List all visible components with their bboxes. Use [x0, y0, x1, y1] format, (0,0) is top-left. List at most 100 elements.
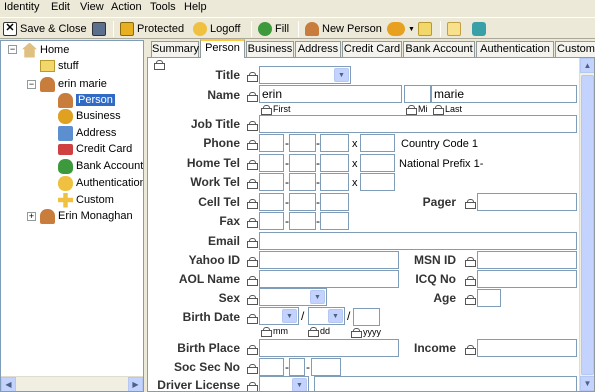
new-folder-button[interactable]: [418, 20, 432, 38]
fax-number-input[interactable]: [320, 212, 349, 230]
collapse-toggle[interactable]: −: [27, 80, 36, 89]
sex-select[interactable]: ▼: [259, 288, 327, 306]
pin-button[interactable]: [472, 20, 486, 38]
tab-address[interactable]: Address: [295, 41, 341, 57]
key-dropdown-button[interactable]: ▼: [387, 20, 415, 38]
folder-add-icon: [418, 22, 432, 36]
horizontal-scrollbar[interactable]: ◀ ▶: [1, 376, 143, 391]
scroll-down-icon[interactable]: ▼: [580, 376, 594, 391]
scroll-left-icon[interactable]: ◀: [1, 377, 16, 391]
age-input[interactable]: [477, 289, 501, 307]
menu-tools[interactable]: Tools: [150, 1, 176, 13]
save-close-button[interactable]: ✕ Save & Close: [3, 20, 87, 38]
fax-area-input[interactable]: [259, 212, 284, 230]
menu-view[interactable]: View: [80, 1, 104, 13]
birth-day-select[interactable]: ▼: [308, 307, 345, 325]
yahoo-id-input[interactable]: [259, 251, 399, 269]
tab-business[interactable]: Business: [246, 41, 294, 57]
driver-license-state-select[interactable]: ▼: [259, 376, 309, 391]
cell-tel-area-input[interactable]: [259, 193, 284, 211]
phone-number-input[interactable]: [320, 134, 349, 152]
save-button[interactable]: [92, 20, 106, 38]
home-tel-prefix-input[interactable]: [289, 154, 316, 172]
menu-action[interactable]: Action: [111, 1, 142, 13]
logoff-button[interactable]: Logoff: [193, 20, 240, 38]
scroll-thumb[interactable]: [581, 75, 594, 375]
tab-credit-card[interactable]: Credit Card: [342, 41, 402, 57]
tree-item-stuff[interactable]: stuff: [40, 58, 79, 74]
cell-tel-number-input[interactable]: [320, 193, 349, 211]
lock-icon: [261, 105, 272, 115]
phone-label: Phone: [203, 136, 240, 150]
tree-item-custom[interactable]: Custom: [58, 192, 114, 208]
mail-button[interactable]: [447, 20, 461, 38]
phone-area-input[interactable]: [259, 134, 284, 152]
pager-input[interactable]: [477, 193, 577, 211]
work-tel-area-input[interactable]: [259, 173, 284, 191]
collapse-toggle[interactable]: −: [8, 45, 17, 54]
email-input[interactable]: [259, 232, 577, 250]
tree-item-person[interactable]: Person: [58, 92, 115, 108]
middle-initial-input[interactable]: [404, 85, 431, 103]
tree-item-authentication[interactable]: Authentication: [58, 175, 143, 191]
tree-item-bank-account[interactable]: Bank Account: [58, 158, 143, 174]
work-tel-ext-input[interactable]: [360, 173, 395, 191]
new-person-button[interactable]: New Person: [305, 20, 382, 38]
phone-prefix-input[interactable]: [289, 134, 316, 152]
tree-item-home[interactable]: Home: [22, 42, 69, 58]
mi-sublabel: Mi: [406, 104, 428, 115]
scroll-right-icon[interactable]: ▶: [128, 377, 143, 391]
home-tel-number-input[interactable]: [320, 154, 349, 172]
last-name-input[interactable]: marie: [431, 85, 577, 103]
home-tel-ext-input[interactable]: [360, 154, 395, 172]
cell-tel-prefix-input[interactable]: [289, 193, 316, 211]
work-tel-prefix-input[interactable]: [289, 173, 316, 191]
tab-bank-account[interactable]: Bank Account: [403, 41, 475, 57]
tree-item-erin-monaghan[interactable]: Erin Monaghan: [40, 208, 133, 224]
ssn-part2-input[interactable]: [289, 358, 305, 376]
tree-item-erin-marie[interactable]: erin marie: [40, 76, 107, 92]
lock-icon: [247, 314, 258, 324]
scroll-up-icon[interactable]: ▲: [580, 58, 594, 73]
aol-name-input[interactable]: [259, 270, 399, 288]
birth-year-input[interactable]: [353, 308, 380, 326]
menu-help[interactable]: Help: [184, 1, 207, 13]
driver-license-input[interactable]: [314, 376, 577, 391]
padlock-icon: [120, 22, 134, 36]
expand-toggle[interactable]: +: [27, 212, 36, 221]
work-tel-label: Work Tel: [190, 175, 240, 189]
protected-button[interactable]: Protected: [120, 20, 184, 38]
work-tel-number-input[interactable]: [320, 173, 349, 191]
menu-identity[interactable]: Identity: [4, 1, 39, 13]
job-title-input[interactable]: [259, 115, 577, 133]
tree-item-address[interactable]: Address: [58, 125, 116, 141]
menu-edit[interactable]: Edit: [51, 1, 70, 13]
birth-month-select[interactable]: ▼: [259, 307, 299, 325]
ssn-part1-input[interactable]: [259, 358, 284, 376]
msn-id-input[interactable]: [477, 251, 577, 269]
lock-icon: [465, 295, 476, 305]
lock-icon: [465, 276, 476, 286]
lock-icon: [406, 105, 417, 115]
title-select[interactable]: ▼: [259, 66, 351, 84]
fill-button[interactable]: Fill: [258, 20, 289, 38]
vertical-scrollbar[interactable]: ▲ ▼: [579, 58, 594, 391]
age-label: Age: [433, 291, 456, 305]
home-tel-area-input[interactable]: [259, 154, 284, 172]
tree-item-credit-card[interactable]: Credit Card: [58, 141, 132, 157]
tab-authentication[interactable]: Authentication: [476, 41, 554, 57]
birth-place-input[interactable]: [259, 339, 399, 357]
tab-summary[interactable]: Summary: [151, 41, 199, 57]
ssn-part3-input[interactable]: [311, 358, 341, 376]
tab-person[interactable]: Person: [200, 39, 245, 58]
lock-icon: [247, 179, 258, 189]
key-icon: [387, 22, 405, 36]
email-label: Email: [207, 234, 240, 248]
tree-item-business[interactable]: Business: [58, 108, 121, 124]
income-input[interactable]: [477, 339, 577, 357]
first-name-input[interactable]: erin: [259, 85, 402, 103]
phone-ext-input[interactable]: [360, 134, 395, 152]
icq-no-input[interactable]: [477, 270, 577, 288]
fax-prefix-input[interactable]: [289, 212, 316, 230]
tab-custom[interactable]: Custom: [555, 41, 595, 57]
